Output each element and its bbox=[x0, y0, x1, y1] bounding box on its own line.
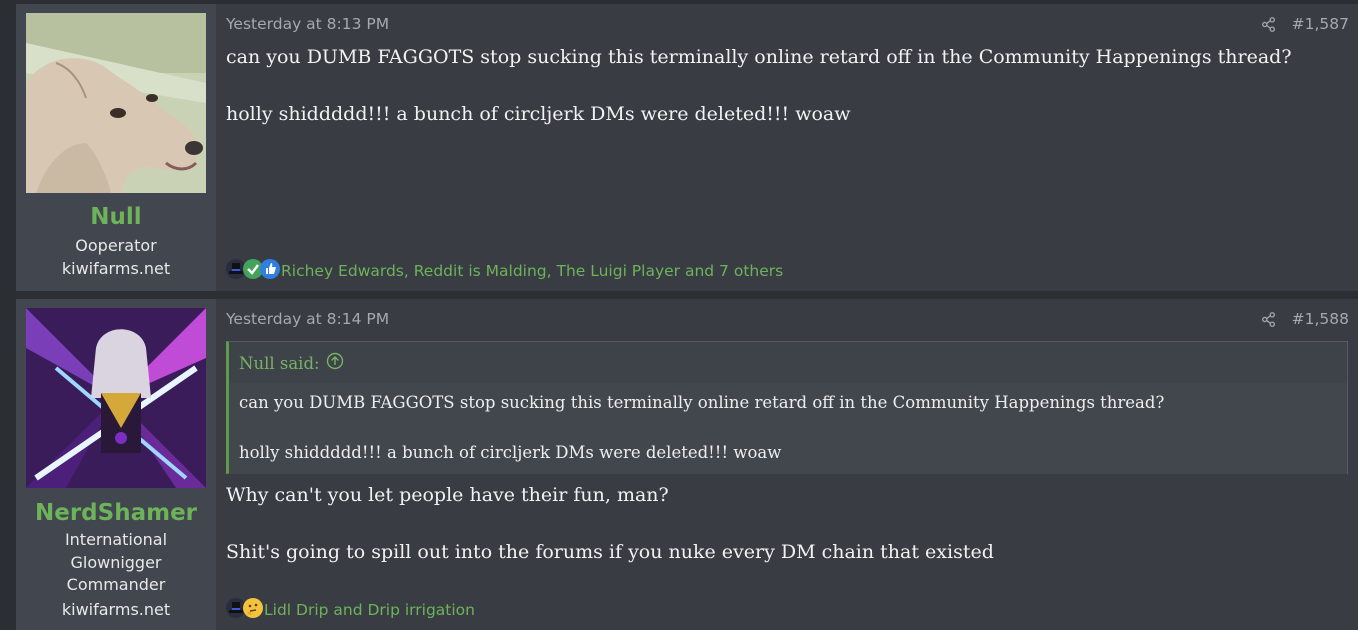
quote-block: Null said: can you DUMB FAGGOTS stop suc… bbox=[226, 341, 1348, 474]
quote-header: Null said: bbox=[229, 342, 1347, 383]
quote-content: can you DUMB FAGGOTS stop sucking this t… bbox=[229, 383, 1347, 474]
user-site: kiwifarms.net bbox=[61, 600, 171, 619]
user-title-line: Glownigger bbox=[70, 552, 162, 572]
post-1588: NerdShamer International Glownigger Comm… bbox=[16, 299, 1358, 630]
share-icon[interactable] bbox=[1261, 16, 1276, 32]
reaction-icons bbox=[226, 598, 263, 622]
anime-character-avatar-icon bbox=[26, 308, 206, 488]
post-meta-right: #1,587 bbox=[1261, 15, 1349, 33]
quote-author[interactable]: Null said: bbox=[239, 354, 320, 373]
post-paragraph: holly shiddddd!!! a bunch of circljerk D… bbox=[226, 103, 851, 125]
user-info-panel: NerdShamer International Glownigger Comm… bbox=[16, 299, 216, 630]
quote-author-link[interactable]: Null said: bbox=[239, 352, 344, 374]
post-date[interactable]: Yesterday at 8:14 PM bbox=[226, 310, 389, 328]
avatar[interactable] bbox=[26, 308, 206, 488]
post-paragraph: Shit's going to spill out into the forum… bbox=[226, 541, 994, 563]
reaction-users-link[interactable]: Richey Edwards, Reddit is Malding, The L… bbox=[281, 262, 783, 280]
reactions-bar[interactable]: Richey Edwards, Reddit is Malding, The L… bbox=[226, 259, 783, 283]
post-body: can you DUMB FAGGOTS stop sucking this t… bbox=[226, 46, 1336, 125]
thumbs-up-icon bbox=[260, 259, 280, 283]
post-number[interactable]: #1,588 bbox=[1292, 310, 1349, 328]
post-paragraph: Why can't you let people have their fun,… bbox=[226, 484, 669, 506]
avatar[interactable] bbox=[26, 13, 206, 193]
share-icon[interactable] bbox=[1261, 311, 1276, 327]
reaction-users-link[interactable]: Lidl Drip and Drip irrigation bbox=[264, 601, 475, 619]
username[interactable]: NerdShamer bbox=[16, 500, 216, 526]
user-info-panel: Null Ooperator kiwifarms.net bbox=[16, 4, 216, 291]
post-meta-right: #1,588 bbox=[1261, 310, 1349, 328]
post-body: Why can't you let people have their fun,… bbox=[226, 484, 1336, 563]
dog-avatar-icon bbox=[26, 13, 206, 193]
user-title: International Glownigger Commander bbox=[16, 529, 216, 597]
post-1587: Null Ooperator kiwifarms.net Yesterday a… bbox=[16, 4, 1358, 291]
user-title: Ooperator bbox=[75, 236, 157, 255]
post-paragraph: can you DUMB FAGGOTS stop sucking this t… bbox=[226, 46, 1292, 68]
username[interactable]: Null bbox=[16, 204, 216, 230]
post-date[interactable]: Yesterday at 8:13 PM bbox=[226, 15, 389, 33]
reaction-icons bbox=[226, 259, 280, 283]
quote-paragraph: can you DUMB FAGGOTS stop sucking this t… bbox=[239, 393, 1165, 412]
thinking-face-icon bbox=[243, 598, 263, 622]
post-number[interactable]: #1,587 bbox=[1292, 15, 1349, 33]
reactions-bar[interactable]: Lidl Drip and Drip irrigation bbox=[226, 598, 475, 622]
arrow-up-circle-icon[interactable] bbox=[326, 352, 344, 374]
user-title-line: International bbox=[64, 530, 168, 549]
quote-paragraph: holly shiddddd!!! a bunch of circljerk D… bbox=[239, 443, 782, 462]
user-site: kiwifarms.net bbox=[61, 259, 171, 278]
user-title-line: Commander bbox=[66, 575, 166, 594]
